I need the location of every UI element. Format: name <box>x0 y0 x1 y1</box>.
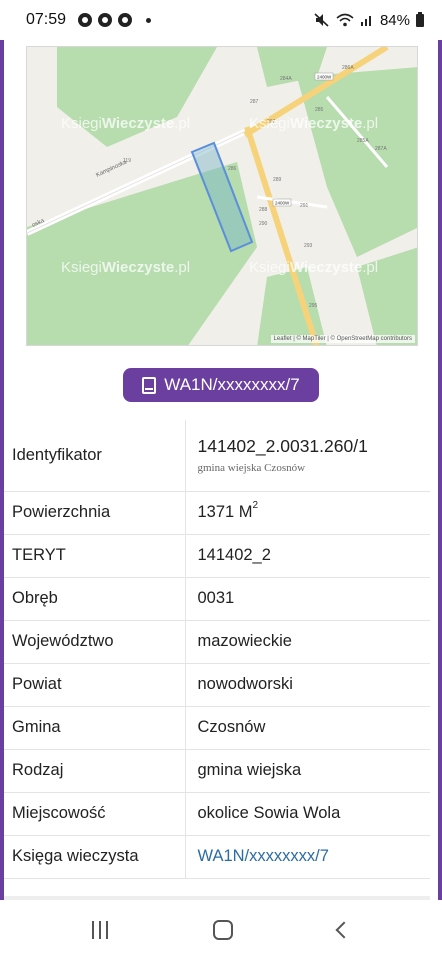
land-register-button-label: WA1N/xxxxxxxx/7 <box>164 375 300 394</box>
back-button[interactable] <box>335 921 353 939</box>
table-row: Miejscowość okolice Sowia Wola <box>4 792 430 836</box>
page-content[interactable]: 119 286 288 290 291 293 295 297 285 287 … <box>0 40 442 900</box>
house-number: 286 <box>228 166 237 172</box>
book-icon <box>142 376 157 394</box>
row-label: Obręb <box>4 577 185 621</box>
row-value: 0031 <box>184 577 430 621</box>
table-row: Powiat nowodworski <box>4 663 430 707</box>
house-number: 287 <box>250 99 259 105</box>
row-label: Województwo <box>4 620 185 664</box>
house-number: 284A <box>280 76 292 82</box>
forest-area <box>297 67 417 257</box>
chrome-icon <box>78 13 93 27</box>
house-number: 287A <box>375 146 387 152</box>
map-watermark: KsiegiWieczyste.pl <box>249 115 379 132</box>
navigation-bar <box>0 900 442 960</box>
status-left: 07:59 <box>26 11 152 29</box>
table-row: Gmina Czosnów <box>4 706 430 750</box>
table-row: Identyfikator 141402_2.0031.260/1 gmina … <box>4 420 430 492</box>
area-value: 1371 M <box>197 503 253 521</box>
row-label: TERYT <box>4 534 185 578</box>
table-row: Księga wieczysta WA1N/xxxxxxxx/7 <box>4 835 430 879</box>
road-sign-label: 2400W <box>317 75 332 80</box>
house-number: 293 <box>304 243 313 249</box>
row-value: 1371 M2 <box>184 491 430 535</box>
chrome-icon <box>98 13 113 27</box>
house-number: 285 <box>315 107 324 113</box>
frame-border-right <box>438 40 442 900</box>
road-label: Kampinoska <box>95 159 128 179</box>
mute-icon <box>314 13 329 27</box>
recent-apps-icon <box>99 921 102 939</box>
wifi-icon <box>336 13 354 27</box>
status-right: 84% <box>314 11 424 29</box>
map-attribution[interactable]: Leaflet | © MapTiler | © OpenStreetMap c… <box>270 335 415 343</box>
house-number: 285A <box>357 138 369 144</box>
map-watermark: KsiegiWieczyste.pl <box>61 259 191 276</box>
row-label: Księga wieczysta <box>4 835 185 879</box>
house-number: 295 <box>309 303 318 309</box>
house-number: 286A <box>342 65 354 71</box>
table-row: Obręb 0031 <box>4 577 430 621</box>
row-label: Powiat <box>4 663 185 707</box>
row-value: mazowieckie <box>184 620 430 664</box>
row-label: Miejscowość <box>4 792 185 836</box>
road-sign-label: 2400W <box>275 201 290 206</box>
forest-area <box>57 47 217 147</box>
parcel-map[interactable]: 119 286 288 290 291 293 295 297 285 287 … <box>26 46 418 346</box>
row-value: WA1N/xxxxxxxx/7 <box>184 835 430 879</box>
house-number: 289 <box>273 177 282 183</box>
row-value: gmina wiejska <box>184 749 430 793</box>
land-register-link[interactable]: WA1N/xxxxxxxx/7 <box>198 847 329 865</box>
parcel-identifier: 141402_2.0031.260/1 <box>197 436 368 457</box>
recent-apps-button[interactable] <box>92 921 109 939</box>
row-label: Powierzchnia <box>4 491 185 535</box>
table-row: Powierzchnia 1371 M2 <box>4 491 430 535</box>
parcel-info-table: Identyfikator 141402_2.0031.260/1 gmina … <box>4 420 430 879</box>
recent-apps-icon <box>92 921 95 939</box>
map-watermark: KsiegiWieczyste.pl <box>61 115 191 132</box>
status-time: 07:59 <box>26 11 67 28</box>
battery-icon <box>416 11 424 27</box>
side-road <box>256 195 328 209</box>
recent-apps-icon <box>106 921 109 939</box>
chrome-icon <box>118 13 133 27</box>
house-number: 291 <box>300 203 309 209</box>
house-number: 290 <box>259 221 268 227</box>
row-label: Gmina <box>4 706 185 750</box>
signal-icon <box>360 16 371 26</box>
row-label: Identyfikator <box>4 420 185 492</box>
row-value: 141402_2.0031.260/1 gmina wiejska Czosnó… <box>184 420 430 492</box>
notification-dot-icon <box>146 17 152 23</box>
home-button[interactable] <box>212 920 233 940</box>
battery-level: 84% <box>379 11 410 29</box>
row-value: 141402_2 <box>184 534 430 578</box>
map-watermark: KsiegiWieczyste.pl <box>249 259 379 276</box>
house-number: 288 <box>259 207 268 213</box>
status-bar: 07:59 84% <box>0 0 442 40</box>
parcel-identifier-sub: gmina wiejska Czosnów <box>197 462 306 475</box>
table-row: TERYT 141402_2 <box>4 534 430 578</box>
land-register-button[interactable]: WA1N/xxxxxxxx/7 <box>123 368 319 402</box>
row-label: Rodzaj <box>4 749 185 793</box>
row-value: okolice Sowia Wola <box>184 792 430 836</box>
area-unit-exponent: 2 <box>252 500 259 511</box>
row-value: nowodworski <box>184 663 430 707</box>
map-canvas: 119 286 288 290 291 293 295 297 285 287 … <box>27 47 417 345</box>
table-row: Rodzaj gmina wiejska <box>4 749 430 793</box>
table-row: Województwo mazowieckie <box>4 620 430 664</box>
row-value: Czosnów <box>184 706 430 750</box>
